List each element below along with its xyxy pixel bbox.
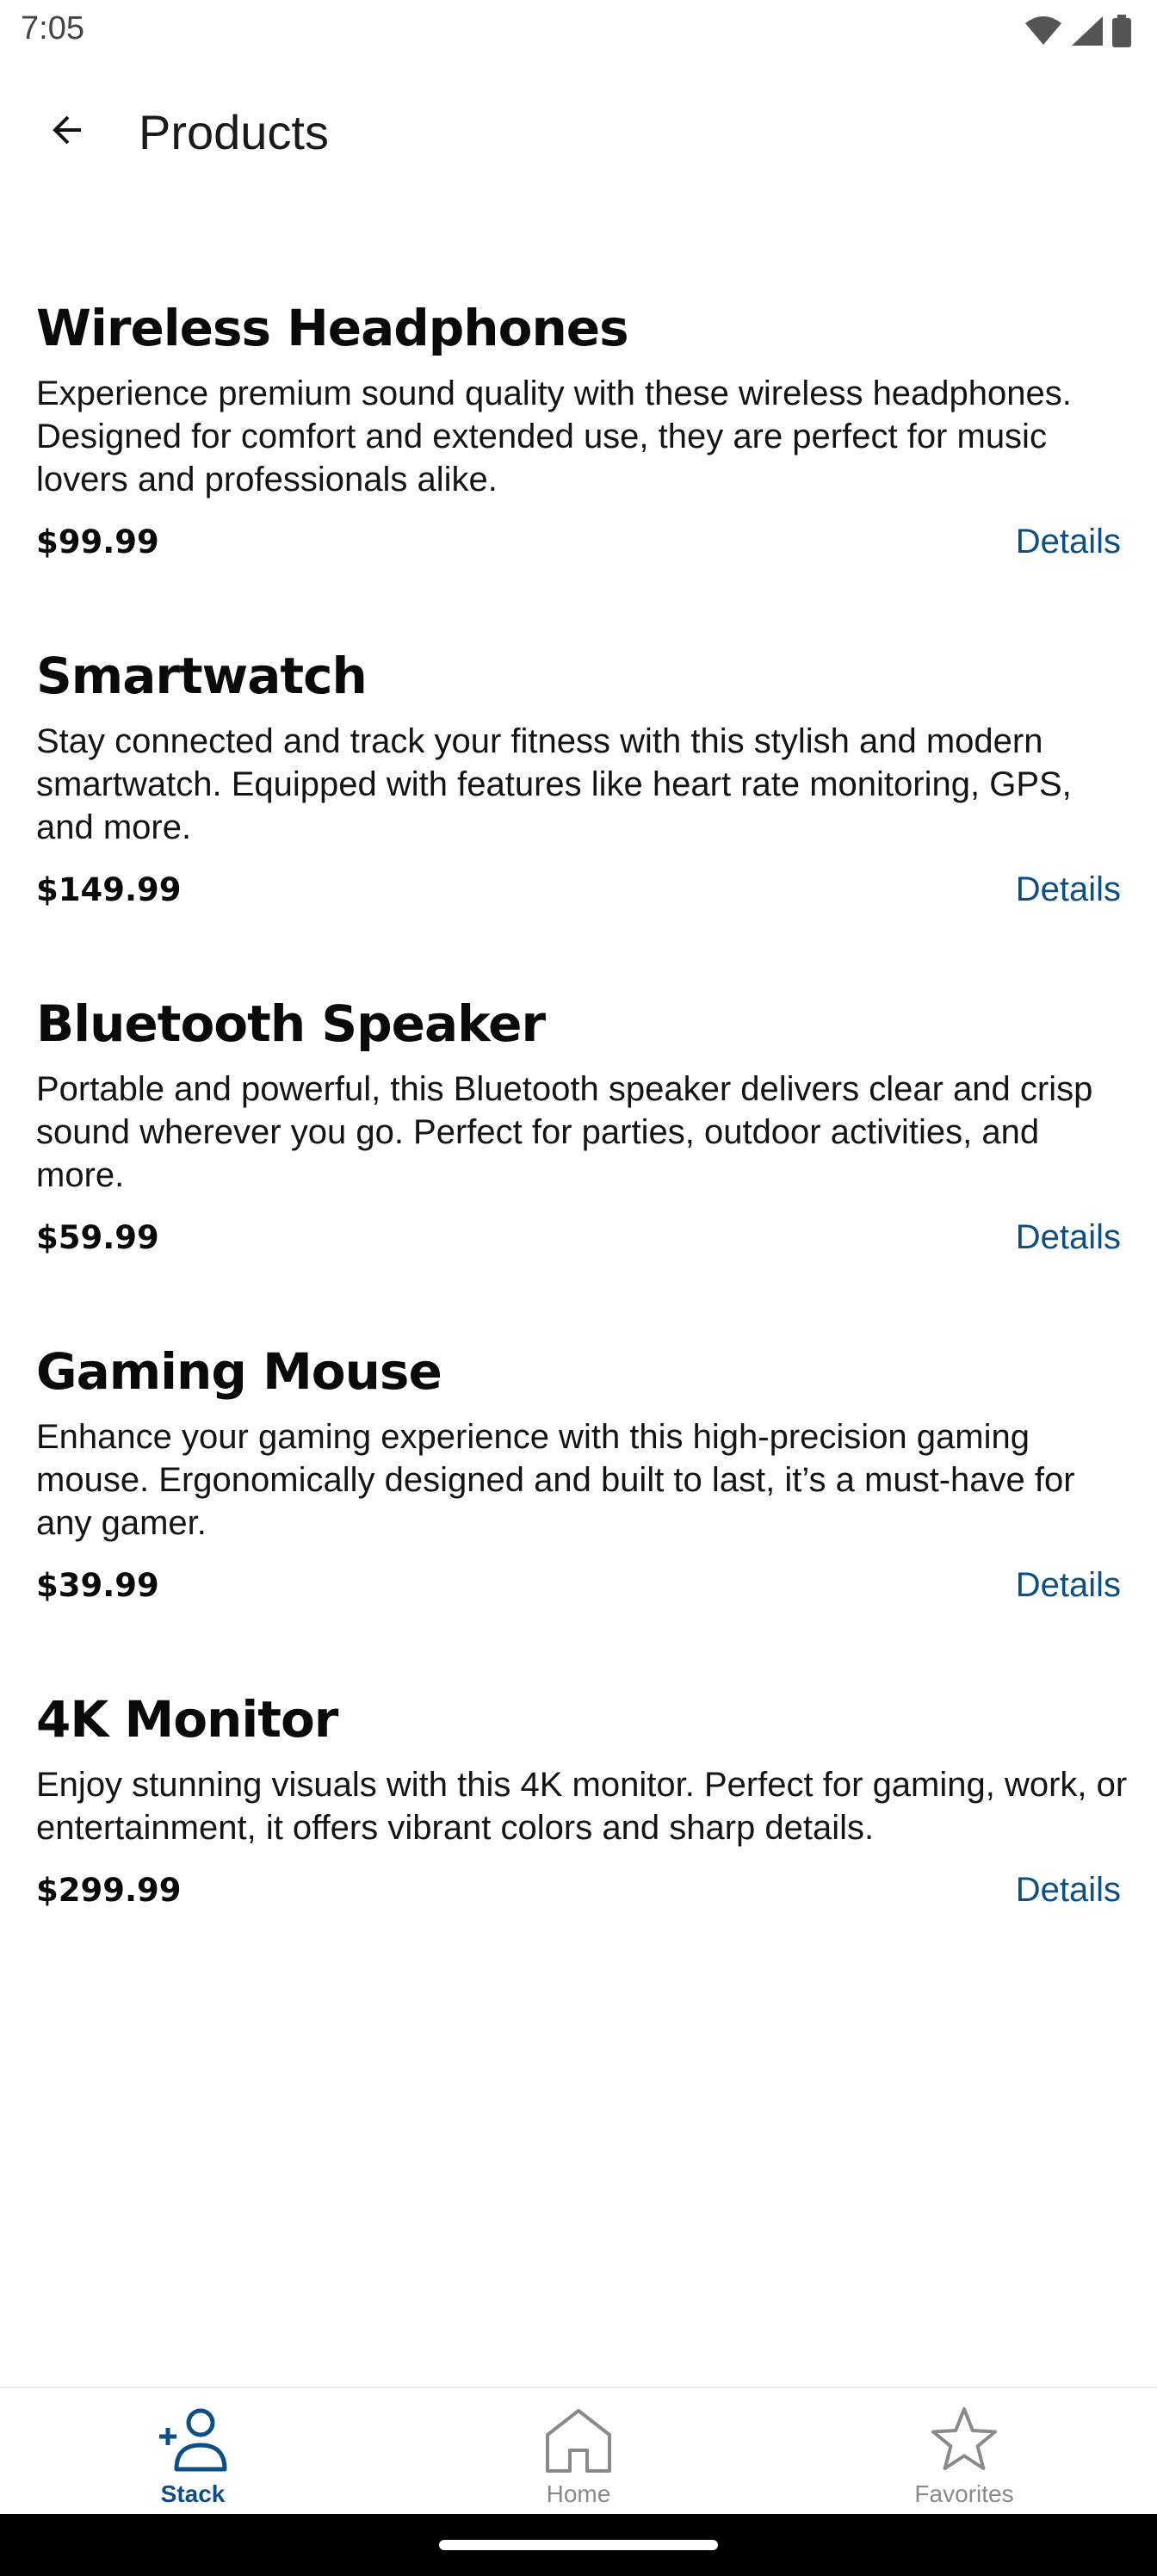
gesture-handle[interactable] <box>439 2540 718 2550</box>
product-description: Enhance your gaming experience with this… <box>36 1418 1075 1542</box>
product-name: Bluetooth Speaker <box>36 994 546 1053</box>
product-description: Enjoy stunning visuals with this 4K moni… <box>36 1766 1128 1847</box>
product-name: Gaming Mouse <box>36 1342 442 1401</box>
nav-item-home[interactable]: Home <box>386 2388 771 2516</box>
product-name: 4K Monitor <box>36 1690 338 1749</box>
product-footer: $99.99 Details <box>36 520 1121 565</box>
wifi-icon <box>1024 16 1062 46</box>
signal-icon <box>1071 15 1104 46</box>
details-button[interactable]: Details <box>1016 1216 1121 1259</box>
product-description: Portable and powerful, this Bluetooth sp… <box>36 1070 1093 1194</box>
product-price: $39.99 <box>36 1567 159 1604</box>
product-footer: $39.99 Details <box>36 1564 1121 1608</box>
product-list: Wireless Headphones Experience premium s… <box>0 191 1157 1996</box>
nav-item-stack[interactable]: Stack <box>0 2388 386 2516</box>
product-name: Smartwatch <box>36 647 368 705</box>
product-footer: $59.99 Details <box>36 1216 1121 1260</box>
product-price: $99.99 <box>36 523 159 560</box>
product-card: Gaming Mouse Enhance your gaming experie… <box>0 1343 1157 1608</box>
details-button[interactable]: Details <box>1016 520 1121 563</box>
battery-icon <box>1112 15 1131 47</box>
product-price: $299.99 <box>36 1872 182 1909</box>
product-name: Wireless Headphones <box>36 299 629 357</box>
details-button[interactable]: Details <box>1016 1868 1121 1911</box>
top-app-bar: Products <box>0 76 1157 191</box>
star-icon <box>930 2404 999 2476</box>
status-time: 7:05 <box>21 10 84 46</box>
product-description: Experience premium sound quality with th… <box>36 375 1072 498</box>
system-navigation-bar <box>0 2514 1157 2576</box>
arrow-back-icon <box>46 109 88 155</box>
person-add-icon <box>156 2404 230 2476</box>
product-card: Bluetooth Speaker Portable and powerful,… <box>0 995 1157 1260</box>
product-price: $149.99 <box>36 871 182 908</box>
status-icons <box>1024 14 1131 48</box>
nav-label-home: Home <box>546 2480 611 2507</box>
product-card: Wireless Headphones Experience premium s… <box>0 300 1157 565</box>
nav-label-favorites: Favorites <box>914 2480 1014 2507</box>
product-footer: $149.99 Details <box>36 868 1121 913</box>
product-price: $59.99 <box>36 1219 159 1256</box>
home-icon <box>544 2404 613 2476</box>
product-card: 4K Monitor Enjoy stunning visuals with t… <box>0 1691 1157 1913</box>
status-bar: 7:05 <box>0 0 1157 62</box>
product-description: Stay connected and track your fitness wi… <box>36 722 1072 846</box>
details-button[interactable]: Details <box>1016 1564 1121 1607</box>
page-title: Products <box>139 105 329 159</box>
product-card: Smartwatch Stay connected and track your… <box>0 647 1157 913</box>
details-button[interactable]: Details <box>1016 868 1121 911</box>
nav-item-favorites[interactable]: Favorites <box>771 2388 1157 2516</box>
product-footer: $299.99 Details <box>36 1868 1121 1913</box>
bottom-navigation: Stack Home Favorites <box>0 2387 1157 2516</box>
nav-label-stack: Stack <box>160 2480 226 2507</box>
back-button[interactable] <box>31 96 103 168</box>
